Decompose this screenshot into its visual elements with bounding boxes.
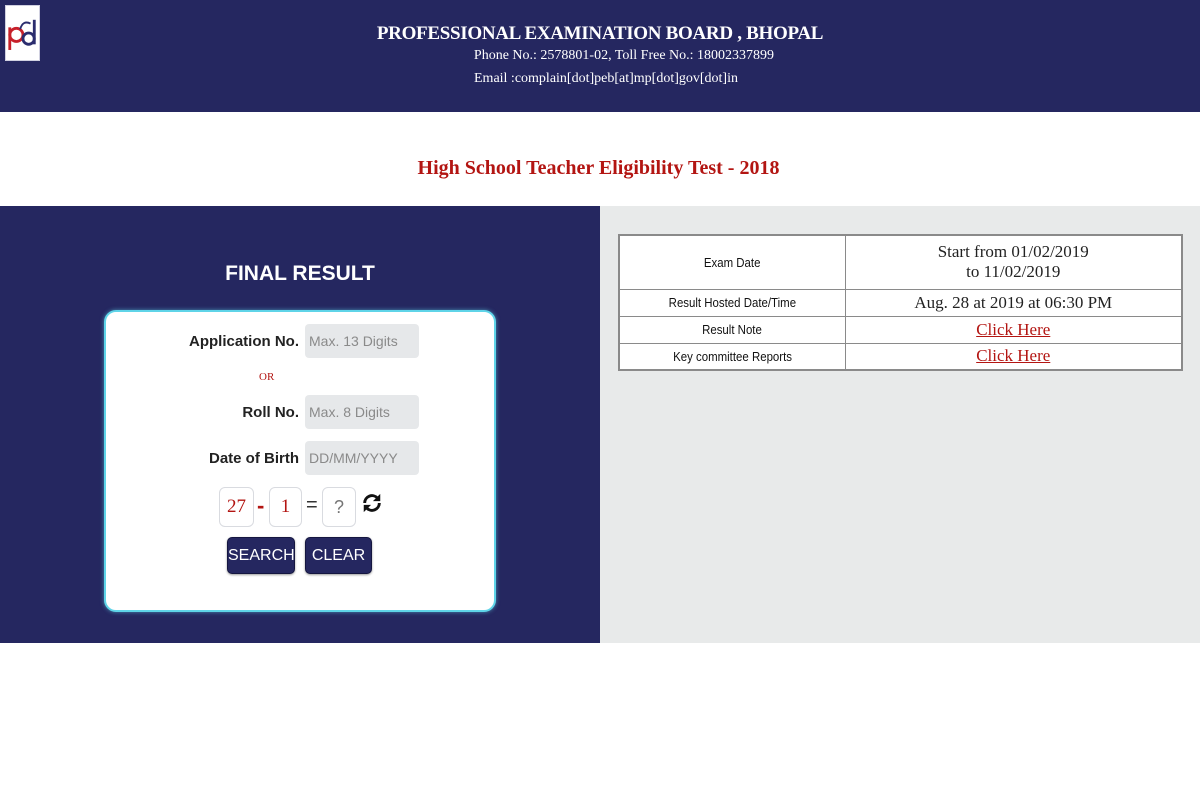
key-committee-cell: Click Here [844, 342, 1183, 371]
header-title: PROFESSIONAL EXAMINATION BOARD , BHOPAL [376, 23, 824, 44]
table-row: Result Hosted Date/Time Aug. 28 at 2019 … [618, 288, 1183, 317]
result-note-label: Result Note [618, 315, 846, 344]
search-button[interactable]: SEARCH [227, 537, 295, 574]
or-separator: OR [259, 371, 275, 383]
table-row: Exam Date Start from 01/02/2019 to 11/02… [618, 234, 1183, 290]
key-committee-link[interactable]: Click Here [976, 346, 1050, 365]
exam-date-end: to 11/02/2019 [966, 262, 1061, 282]
roll-number-input[interactable] [305, 395, 419, 429]
header-phone: Phone No.: 2578801-02, Toll Free No.: 18… [473, 48, 775, 63]
exam-title: High School Teacher Eligibility Test - 2… [417, 157, 780, 179]
date-of-birth-label: Date of Birth [209, 450, 299, 467]
result-note-link[interactable]: Click Here [976, 320, 1050, 339]
result-note-cell: Click Here [844, 315, 1183, 344]
date-of-birth-input[interactable] [305, 441, 419, 475]
exam-date-value: Start from 01/02/2019 to 11/02/2019 [844, 234, 1183, 290]
captcha-operand-1: 27 [219, 487, 254, 527]
captcha-answer-input[interactable] [322, 487, 356, 527]
clear-button[interactable]: CLEAR [305, 537, 372, 574]
exam-date-start: Start from 01/02/2019 [937, 242, 1089, 262]
application-number-input[interactable] [305, 324, 419, 358]
site-header: PROFESSIONAL EXAMINATION BOARD , BHOPAL … [0, 0, 1200, 112]
captcha-operator: - [257, 493, 265, 518]
header-email: Email :complain[dot]peb[at]mp[dot]gov[do… [474, 71, 738, 86]
result-info-table: Exam Date Start from 01/02/2019 to 11/02… [618, 234, 1183, 371]
captcha-operand-2: 1 [269, 487, 302, 527]
refresh-icon[interactable] [361, 492, 383, 514]
refresh-icon-graphic [363, 493, 381, 513]
table-row: Key committee Reports Click Here [618, 342, 1183, 371]
result-hosted-value: Aug. 28 at 2019 at 06:30 PM [844, 288, 1183, 317]
roll-number-label: Roll No. [242, 404, 299, 421]
captcha-equals: = [306, 494, 318, 516]
table-row: Result Note Click Here [618, 315, 1183, 344]
result-hosted-label: Result Hosted Date/Time [618, 288, 846, 317]
key-committee-label: Key committee Reports [618, 342, 846, 371]
application-number-label: Application No. [189, 333, 299, 350]
final-result-heading: FINAL RESULT [225, 262, 375, 285]
exam-date-label: Exam Date [618, 234, 846, 290]
